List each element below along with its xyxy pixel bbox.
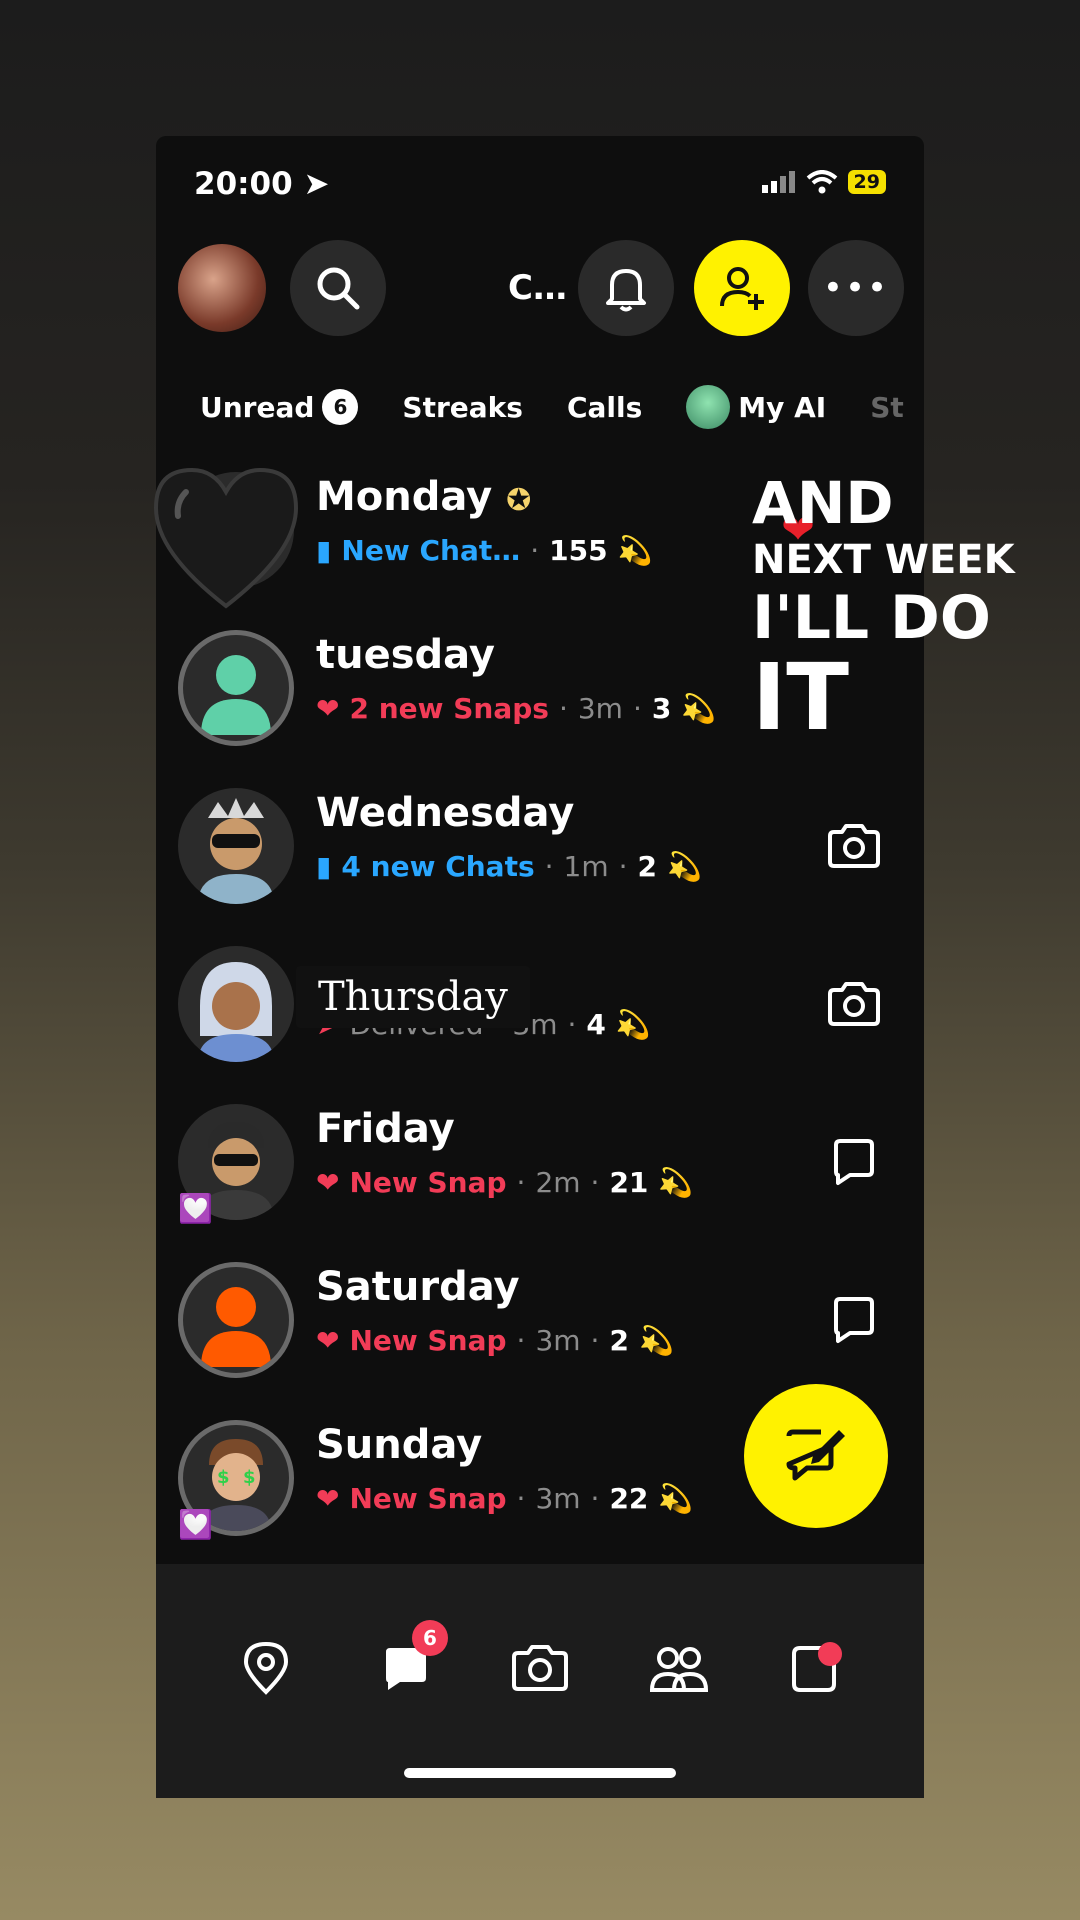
chat-bubble-outline-icon [834,1139,874,1185]
avatar [178,1262,294,1378]
overlay-text-line2: NEXT WEEK [752,537,1015,583]
chat-row-friday[interactable]: 💟 Friday ❤ New Snap · 2m · 21 💫 [156,1084,924,1242]
overlay-text-line1: AND [752,469,894,537]
chat-bubble-icon: ▮ [316,534,332,567]
my-ai-avatar-icon [686,385,731,429]
chat-status: ❤ New Snap · 3m · 2 💫 [316,1324,674,1357]
map-pin-icon [243,1641,289,1695]
top-bar: C… ••• [156,238,924,338]
default-avatar-icon [201,655,271,735]
chat-reply-button[interactable] [824,1290,884,1350]
header-title: C… [508,268,567,308]
avatar [178,946,294,1062]
chat-bubble-outline-icon [834,1297,874,1343]
chat-row-wednesday[interactable]: Wednesday ▮ 4 new Chats · 1m · 2 💫 [156,768,924,926]
bitmoji-keffiyeh-avatar-icon [198,962,274,1062]
black-heart-sticker-icon [153,467,299,609]
chat-row-saturday[interactable]: Saturday ❤ New Snap · 3m · 2 💫 [156,1242,924,1400]
chat-name: Sunday [316,1422,483,1468]
avatar [178,788,294,904]
snap-gift-icon: ❤ [316,692,340,725]
search-icon [317,267,360,310]
location-arrow-icon: ➤ [303,166,330,202]
filter-more[interactable]: St [870,391,904,424]
chat-unread-badge: 6 [412,1620,448,1656]
chat-status: ❤ New Snap · 2m · 21 💫 [316,1166,694,1199]
filter-calls[interactable]: Calls [567,391,642,424]
thursday-label: Thursday [296,966,530,1028]
snap-gift-icon: ❤ [316,1482,340,1515]
streak-icon: 💫 [615,1008,651,1041]
overlay-text-line4: IT [752,644,849,751]
nav-spotlight[interactable] [784,1636,848,1700]
chat-status: ▮ 4 new Chats · 1m · 2 💫 [316,850,702,883]
chat-name: tuesday [316,632,496,678]
purple-heart-icon: 💟 [178,1508,213,1541]
nav-chat[interactable]: 6 [374,1620,448,1700]
bell-icon [606,269,646,312]
camera-icon [828,824,880,868]
chat-name: Saturday [316,1264,520,1310]
purple-heart-icon: 💟 [178,1192,213,1225]
chat-filters: Unread 6 Streaks Calls My AI St [156,372,924,442]
chat-status: ▮ New Chat… · 155 💫 [316,534,653,567]
snap-gift-icon: ❤ [316,1166,340,1199]
streak-icon: 💫 [681,692,717,725]
compose-chat-icon [786,1429,845,1481]
chat-name: Wednesday [316,790,575,836]
chat-name: Friday [316,1106,455,1152]
nav-map[interactable] [234,1636,298,1700]
streak-icon: 💫 [667,850,702,883]
streak-icon: 💫 [658,1482,694,1515]
more-dots-icon: ••• [822,268,890,308]
spotlight-icon [792,1642,842,1692]
streak-icon: 💫 [638,1324,674,1357]
star-badge-icon: ✪ [506,483,532,518]
status-bar: 20:00 ➤ 29 [156,136,924,232]
streak-icon: 💫 [617,534,653,567]
search-button[interactable] [290,240,386,336]
profile-avatar[interactable] [178,244,266,332]
friends-icon [649,1647,708,1692]
bitmoji-crown-avatar-icon [198,798,274,904]
add-friend-button[interactable] [694,240,790,336]
camera-reply-button[interactable] [824,974,884,1034]
chat-row-thursday[interactable]: ➤ Delivered · 3m · 4 💫 [156,926,924,1084]
overlay-text-line3: I'LL DO [752,583,991,653]
status-icons: 29 [761,170,886,194]
notifications-button[interactable] [578,240,674,336]
chat-bubble-icon: ▮ [316,850,332,883]
filter-unread[interactable]: Unread 6 [200,389,359,425]
phone-screen: 20:00 ➤ 29 C… ••• Unread 6 Streaks Calls… [156,136,924,1798]
status-time: 20:00 ➤ [194,166,330,202]
chat-status: ❤ 2 new Snaps · 3m · 3 💫 [316,692,717,725]
nav-stories[interactable] [646,1636,710,1700]
chat-status: ❤ New Snap · 3m · 22 💫 [316,1482,694,1515]
add-friend-icon [720,267,764,310]
snap-gift-icon: ❤ [316,1324,340,1357]
more-options-button[interactable]: ••• [808,240,904,336]
unread-count-badge: 6 [322,389,359,425]
camera-icon [828,982,880,1026]
svg-text:$: $ [243,1467,256,1488]
battery-indicator: 29 [847,170,886,194]
camera-reply-button[interactable] [824,816,884,876]
camera-icon [512,1645,568,1691]
default-avatar-icon [201,1287,271,1367]
bottom-navigation: 6 [156,1564,924,1798]
chat-reply-button[interactable] [824,1132,884,1192]
cellular-signal-icon [761,171,795,193]
nav-camera[interactable] [508,1636,572,1700]
filter-my-ai[interactable]: My AI [686,385,826,429]
filter-streaks[interactable]: Streaks [402,391,523,424]
home-indicator[interactable] [404,1768,676,1778]
svg-text:$: $ [217,1467,230,1488]
streak-icon: 💫 [658,1166,694,1199]
avatar [178,630,294,746]
new-chat-button[interactable] [744,1384,888,1528]
chat-name: Monday ✪ [316,474,532,520]
wifi-icon [806,170,837,194]
